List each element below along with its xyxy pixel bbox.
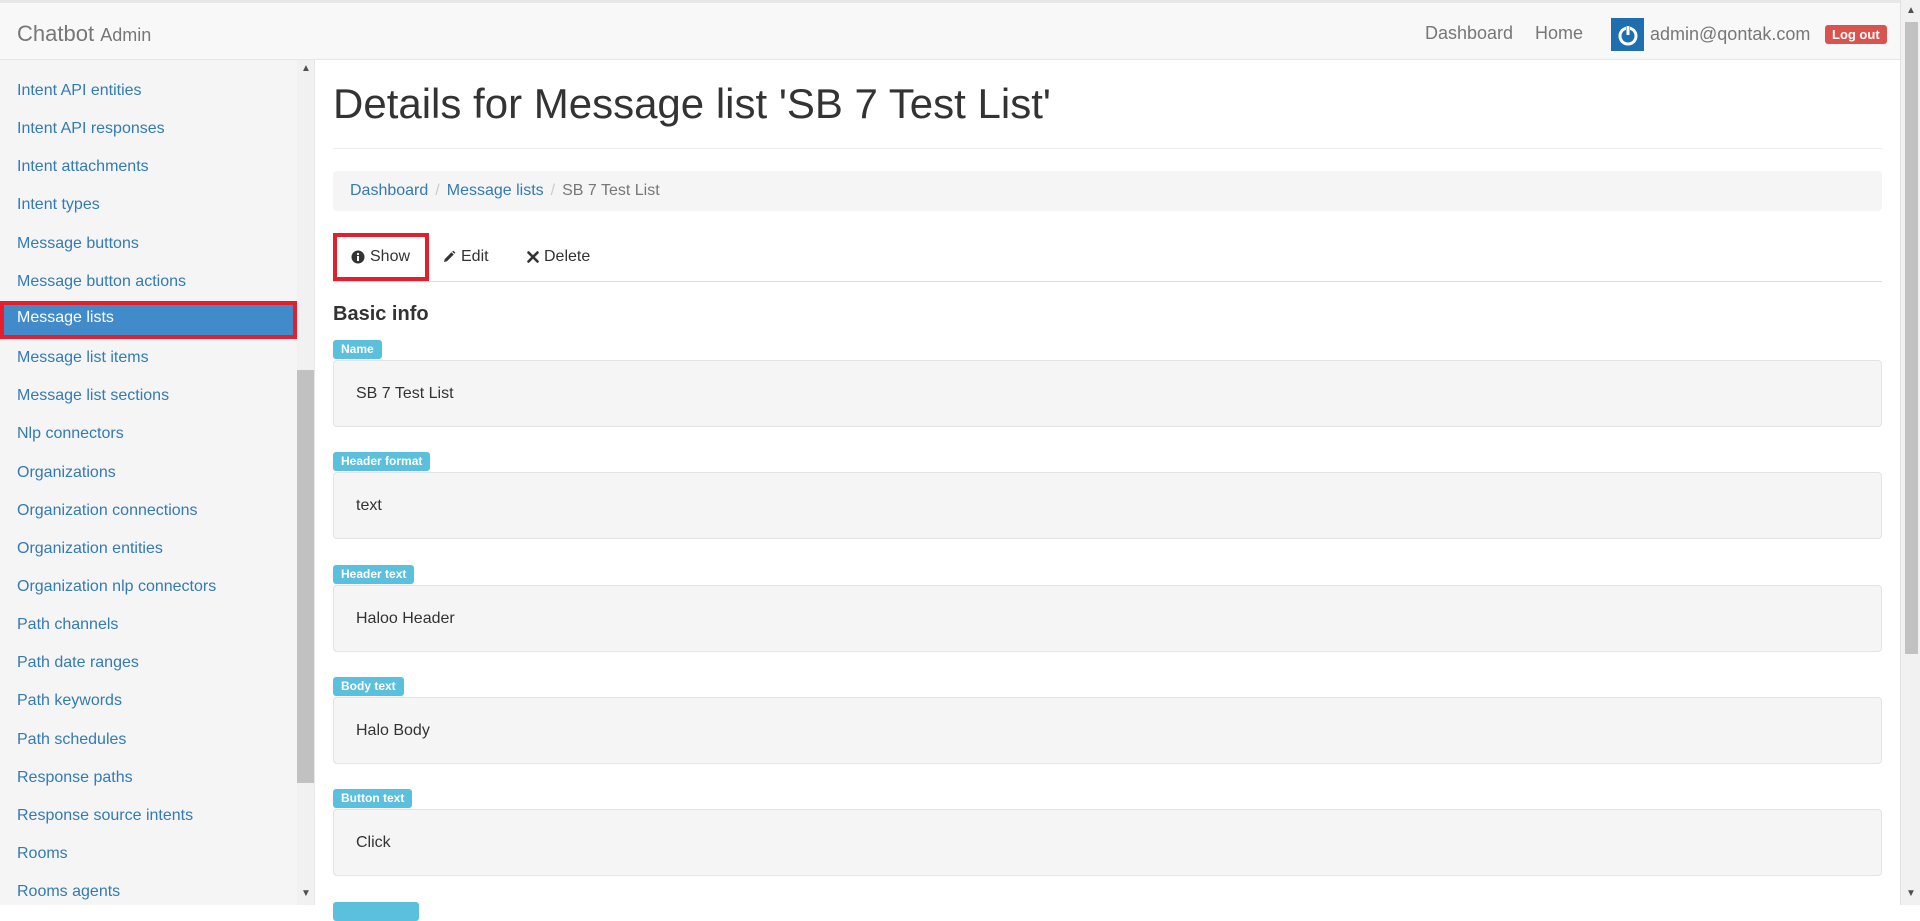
field-value-body-text: Halo Body xyxy=(333,697,1882,764)
sidebar: Intent API entities Intent API responses I… xyxy=(0,60,315,905)
page-title: Details for Message list 'SB 7 Test List… xyxy=(333,80,1051,127)
field-label-header-format: Header format xyxy=(333,452,431,471)
sidebar-item[interactable]: Message button actions xyxy=(0,265,297,299)
sidebar-item[interactable]: Response paths xyxy=(0,761,297,795)
nav-home-link[interactable]: Home xyxy=(1535,23,1583,44)
tab-show[interactable]: Show xyxy=(333,233,429,281)
sidebar-item[interactable]: Path schedules xyxy=(0,723,297,757)
sidebar-item[interactable]: Nlp connectors xyxy=(0,417,297,451)
field-value-header-text: Haloo Header xyxy=(333,585,1882,652)
sidebar-scroll-thumb[interactable] xyxy=(297,370,314,783)
page-scroll-thumb[interactable] xyxy=(1905,22,1918,654)
brand[interactable]: Chatbot Admin xyxy=(17,21,151,47)
scroll-down-arrow-icon[interactable]: ▼ xyxy=(1906,888,1916,899)
sidebar-item[interactable]: Organization nlp connectors xyxy=(0,570,297,604)
breadcrumb-separator: / xyxy=(435,182,440,199)
scroll-down-arrow-icon[interactable]: ▼ xyxy=(301,888,311,899)
tab-show-label: Show xyxy=(370,248,411,265)
sidebar-item[interactable]: Organization entities xyxy=(0,532,297,566)
brand-subtitle: Admin xyxy=(100,25,152,45)
sidebar-item[interactable]: Message lists xyxy=(0,300,297,339)
sidebar-item[interactable]: Intent API responses xyxy=(0,112,297,146)
title-divider xyxy=(333,148,1882,149)
main-content: Details for Message list 'SB 7 Test List… xyxy=(315,60,1900,921)
sidebar-item[interactable]: Path channels xyxy=(0,608,297,642)
page-scrollbar[interactable]: ▲ ▼ xyxy=(1900,0,1920,905)
field-label-body-text: Body text xyxy=(333,677,404,696)
sidebar-item[interactable]: Organizations xyxy=(0,456,297,490)
breadcrumb: Dashboard / Message lists / SB 7 Test Li… xyxy=(333,171,1882,211)
field-label-header-text: Header text xyxy=(333,565,415,584)
breadcrumb-message-lists[interactable]: Message lists xyxy=(447,182,544,200)
sidebar-item[interactable]: Intent types xyxy=(0,188,297,222)
close-icon xyxy=(527,251,539,263)
power-icon xyxy=(1611,18,1644,51)
field-value-button-text: Click xyxy=(333,809,1882,876)
sidebar-item[interactable]: Organization connections xyxy=(0,494,297,528)
sidebar-item[interactable]: Rooms agents xyxy=(0,875,297,905)
field-label-button-text: Button text xyxy=(333,789,413,808)
scroll-up-arrow-icon[interactable]: ▲ xyxy=(1906,5,1916,16)
logout-button[interactable]: Log out xyxy=(1825,25,1887,44)
sidebar-item[interactable]: Message list items xyxy=(0,341,297,375)
sidebar-item[interactable]: Intent API entities xyxy=(0,74,297,108)
sidebar-item[interactable]: Message list sections xyxy=(0,379,297,413)
top-navbar: Chatbot Admin Dashboard Home admin@qonta… xyxy=(0,0,1900,60)
breadcrumb-current: SB 7 Test List xyxy=(562,182,660,199)
tab-delete[interactable]: Delete xyxy=(527,233,590,281)
tab-delete-label: Delete xyxy=(544,248,591,265)
sidebar-scrollbar[interactable]: ▲ ▼ xyxy=(297,60,314,905)
sidebar-item[interactable]: Intent attachments xyxy=(0,150,297,184)
action-tabs: Show Edit Delete xyxy=(333,233,1882,282)
tab-edit-label: Edit xyxy=(461,248,489,265)
user-menu[interactable]: admin@qontak.com xyxy=(1611,18,1810,51)
field-value-name: SB 7 Test List xyxy=(333,360,1882,427)
info-icon xyxy=(351,250,365,264)
nav-dashboard-link[interactable]: Dashboard xyxy=(1425,23,1513,44)
section-title: Basic info xyxy=(333,303,429,325)
sidebar-item[interactable]: Message buttons xyxy=(0,227,297,261)
field-label-name: Name xyxy=(333,340,382,359)
brand-title: Chatbot xyxy=(17,21,95,46)
sidebar-item[interactable]: Response source intents xyxy=(0,799,297,833)
breadcrumb-separator: / xyxy=(550,182,556,199)
field-value-header-format: text xyxy=(333,472,1882,539)
sidebar-item[interactable]: Path keywords xyxy=(0,684,297,718)
pencil-icon xyxy=(442,250,456,264)
user-email: admin@qontak.com xyxy=(1650,24,1811,44)
sidebar-item[interactable]: Rooms xyxy=(0,837,297,871)
breadcrumb-dashboard[interactable]: Dashboard xyxy=(350,182,428,200)
sidebar-item[interactable]: Path date ranges xyxy=(0,646,297,680)
tab-edit[interactable]: Edit xyxy=(442,233,489,281)
scroll-up-arrow-icon[interactable]: ▲ xyxy=(301,63,311,74)
